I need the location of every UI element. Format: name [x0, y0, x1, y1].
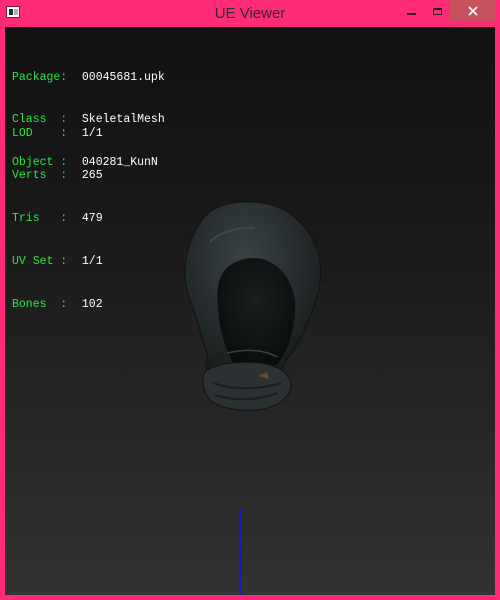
maximize-button[interactable]: [424, 0, 450, 22]
close-icon: [468, 6, 478, 16]
title-bar[interactable]: UE Viewer: [0, 0, 500, 27]
hood-neck-wrap: [202, 361, 292, 411]
hood-mesh-model[interactable]: [5, 27, 495, 595]
minimize-icon: [406, 13, 416, 15]
close-button[interactable]: [450, 0, 496, 22]
ue-viewer-window: UE Viewer Package: 00045681.upk Class : …: [0, 0, 500, 600]
minimize-button[interactable]: [398, 0, 424, 22]
bone-axis-line: [240, 507, 242, 595]
maximize-icon: [432, 7, 442, 15]
3d-viewport[interactable]: Package: 00045681.upk Class : SkeletalMe…: [5, 27, 495, 595]
